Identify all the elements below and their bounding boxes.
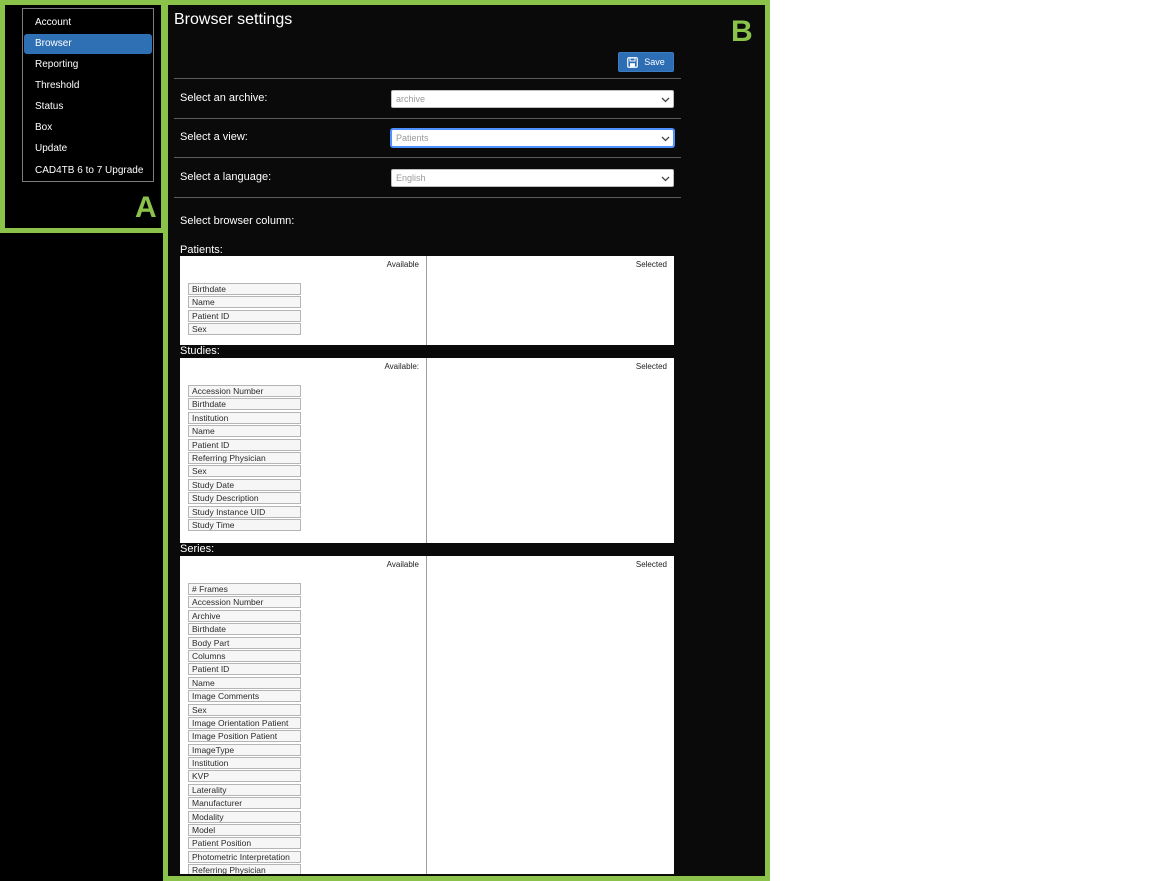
annotation-label-a: A xyxy=(135,191,157,224)
annotation-frame-b xyxy=(163,0,770,881)
annotation-label-b: B xyxy=(731,15,753,48)
